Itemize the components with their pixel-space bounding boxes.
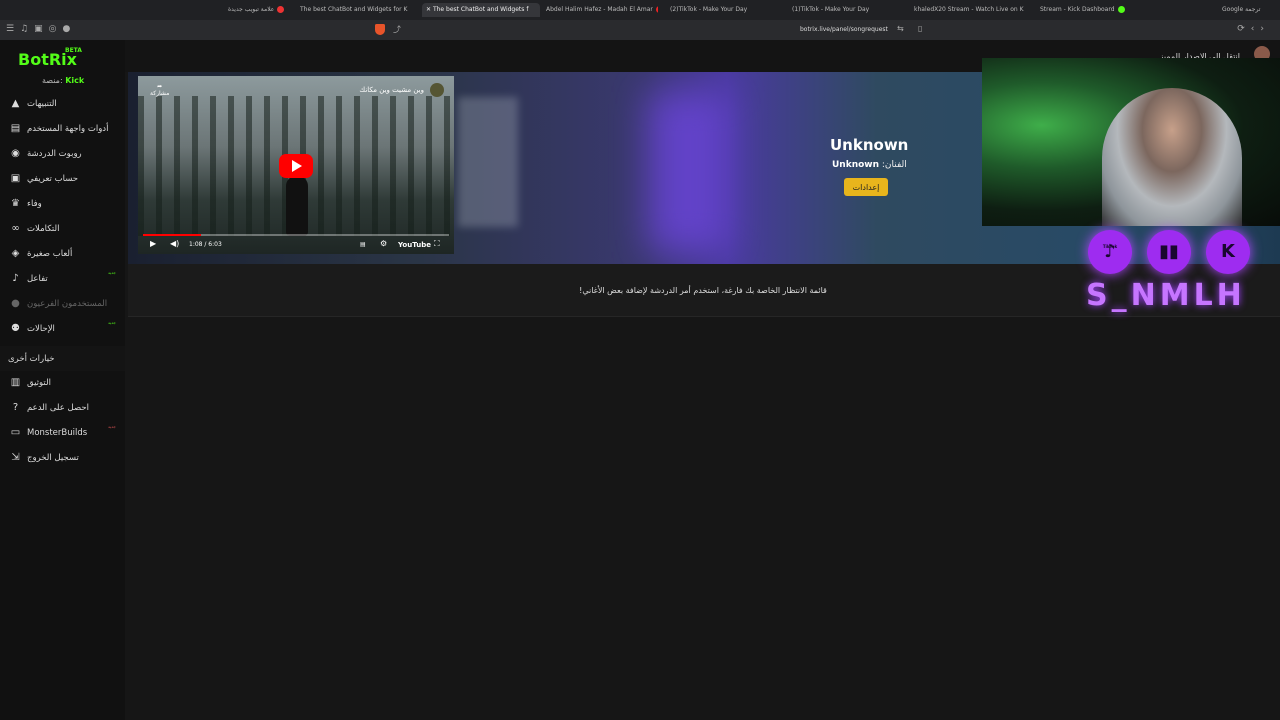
volume-icon[interactable]: ◀) xyxy=(170,239,179,248)
warning-icon: ▲ xyxy=(11,98,20,109)
tab-botrix-1[interactable]: The best ChatBot and Widgets for K xyxy=(300,3,412,17)
sidebar-item-logout[interactable]: ⇲ تسجيل الخروج xyxy=(0,445,125,470)
webcam-overlay xyxy=(982,58,1280,226)
profile-card-icon: ▣ xyxy=(10,173,21,184)
users-icon: ⚉ xyxy=(11,323,20,334)
video-title[interactable]: وين مشيت وين مكانك xyxy=(359,86,424,94)
help-icon: ? xyxy=(12,402,19,413)
new-badge: جديد xyxy=(108,270,116,275)
sidebar-item-monsterbuilds[interactable]: ▭ MonsterBuilds جديد xyxy=(0,420,125,445)
video-progress-bar[interactable] xyxy=(143,234,449,236)
play-button-icon[interactable]: ▶ xyxy=(150,239,156,248)
sidebar-item-interaction[interactable]: ♪ تفاعل جديد xyxy=(0,266,125,291)
botrix-app: BotRix BETA منصة: Kick ▲ التنبيهات ▤ أدوات… xyxy=(0,40,1280,720)
sidebar-item-chatbot[interactable]: ◉ روبوت الدردشة xyxy=(0,141,125,166)
share-icon: ➦ xyxy=(157,83,163,90)
song-title: Unknown xyxy=(830,136,909,154)
gear-icon[interactable]: ⚙ xyxy=(380,239,387,248)
background-glow xyxy=(648,92,728,252)
sidebar-item-referrals[interactable]: ⚉ الإحالات جديد xyxy=(0,316,125,341)
trophy-icon: ♛ xyxy=(11,198,20,209)
song-artist: الفنان: Unknown xyxy=(832,160,907,170)
settings-button[interactable]: إعدادات xyxy=(844,178,888,196)
tab-google-translate[interactable]: Google ترجمة xyxy=(1222,3,1278,17)
video-figure xyxy=(286,176,308,236)
tab-botrix-active[interactable]: ✕ The best ChatBot and Widgets f xyxy=(422,3,540,17)
url-field[interactable]: botrix.live/panel/songrequest xyxy=(800,26,888,33)
kick-icon: K xyxy=(1206,230,1250,274)
monitor-icon: ▭ xyxy=(10,427,21,438)
sidebar-item-alerts[interactable]: ▲ التنبيهات xyxy=(0,91,125,116)
sidebar-item-docs[interactable]: ▥ التوثيق xyxy=(0,370,125,395)
youtube-icon xyxy=(655,6,658,13)
site-settings-icon[interactable]: ⇆ xyxy=(897,24,904,33)
beta-badge: BETA xyxy=(65,47,82,54)
kick-icon xyxy=(1117,6,1125,13)
widgets-icon: ▤ xyxy=(10,123,21,134)
sidebar-item-integrations[interactable]: ∞ التكاملات xyxy=(0,216,125,241)
youtube-player[interactable]: وين مشيت وين مكانك ➦ مشاركة ▶ ◀) 1:08 / 6… xyxy=(138,76,454,254)
logout-icon: ⇲ xyxy=(11,452,20,463)
share-button[interactable]: ➦ مشاركة xyxy=(150,83,169,97)
new-badge: جديد xyxy=(108,424,116,429)
streamer-name: S_NMLH xyxy=(1086,278,1246,313)
tab-tiktok-2[interactable]: (2)TikTok - Make Your Day xyxy=(670,3,770,17)
sidebar-item-loyalty[interactable]: ♛ وفاء xyxy=(0,191,125,216)
social-icons: ♪ TikTok ▮▮ K xyxy=(1088,230,1258,274)
tab-youtube[interactable]: Abdel Halim Hafez - Madah El Amar xyxy=(546,3,658,17)
close-icon[interactable]: ✕ xyxy=(426,6,433,13)
reader-mode-icon[interactable]: ⤴ xyxy=(393,24,401,35)
sidebar-item-widgets[interactable]: ▤ أدوات واجهة المستخدم xyxy=(0,116,125,141)
bot-icon: ◉ xyxy=(11,148,20,159)
music-icon: ♪ xyxy=(12,273,19,284)
sidebar-item-minigames[interactable]: ◈ ألعاب صغيرة xyxy=(0,241,125,266)
bookmark-icon[interactable]: ▯ xyxy=(918,24,922,33)
divider xyxy=(128,316,1280,317)
link-icon: ∞ xyxy=(11,223,20,234)
channel-avatar[interactable] xyxy=(430,83,444,97)
sidebar-item-support[interactable]: ? احصل على الدعم xyxy=(0,395,125,420)
captions-icon[interactable]: ▤ xyxy=(360,241,366,248)
sidebar-item-subusers[interactable]: ● المستخدمون الفرعيون xyxy=(0,291,125,316)
sidebar: BotRix BETA منصة: Kick ▲ التنبيهات ▤ أدوات… xyxy=(0,40,125,720)
streamer-figure xyxy=(1102,88,1242,226)
twitch-icon: ▮▮ xyxy=(1147,230,1191,274)
gamepad-icon: ◈ xyxy=(11,248,20,259)
browser-tab-bar: علامة تبويب جديدة The best ChatBot and W… xyxy=(0,0,1280,20)
play-icon[interactable] xyxy=(279,154,313,178)
tab-new-tab[interactable]: علامة تبويب جديدة xyxy=(228,3,288,17)
address-bar: ☰♫▣◎● ⤴ botrix.live/panel/songrequest ⇆ … xyxy=(0,20,1280,40)
player-controls: ▶ ◀) 1:08 / 6:03 ▤ ⚙ YouTube ⛶ xyxy=(138,238,454,254)
tab-tiktok-1[interactable]: (1)TikTok - Make Your Day xyxy=(792,3,892,17)
sidebar-item-profile[interactable]: ▣ حساب تعريفي xyxy=(0,166,125,191)
tab-kick-dashboard[interactable]: Stream - Kick Dashboard xyxy=(1040,3,1148,17)
fullscreen-icon[interactable]: ⛶ xyxy=(434,239,440,249)
platform-indicator: منصة: Kick xyxy=(42,76,85,85)
video-progress-fill xyxy=(143,234,202,236)
new-badge: جديد xyxy=(108,320,116,325)
section-other-options: خيارات أخرى xyxy=(8,354,55,364)
user-icon: ● xyxy=(11,298,20,309)
browser-toolbar-icons[interactable]: ☰♫▣◎● xyxy=(6,24,76,34)
brave-shield-icon[interactable] xyxy=(375,24,385,35)
tiktok-icon: ♪ TikTok xyxy=(1088,230,1132,274)
brave-icon xyxy=(277,6,285,13)
tab-kick-stream[interactable]: khaledX20 Stream - Watch Live on K xyxy=(914,3,1026,17)
video-time: 1:08 / 6:03 xyxy=(189,241,222,248)
book-icon: ▥ xyxy=(10,377,21,388)
background-art xyxy=(458,97,518,227)
nav-buttons[interactable]: ⟳‹› xyxy=(1237,24,1270,34)
youtube-logo[interactable]: YouTube xyxy=(398,241,431,249)
